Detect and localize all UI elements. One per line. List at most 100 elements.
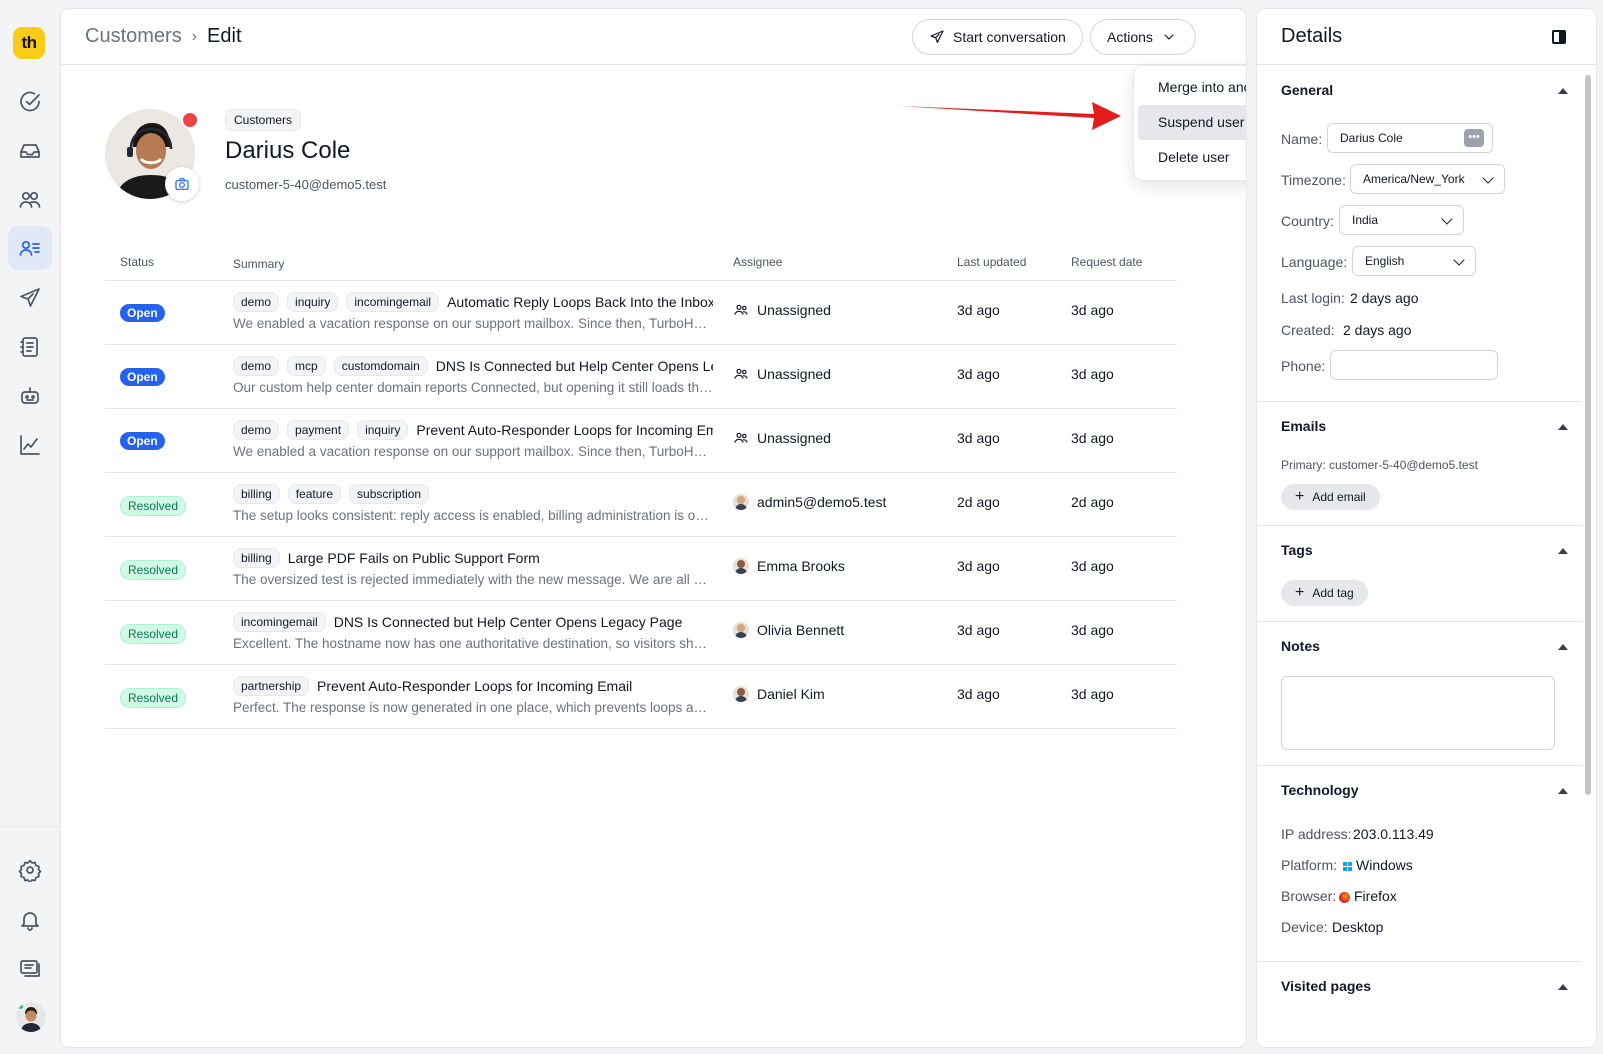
table-row[interactable]: Resolved partnership Prevent Auto-Respond… bbox=[105, 665, 1177, 729]
header-assignee[interactable]: Assignee bbox=[733, 255, 782, 269]
conversation-title[interactable]: DNS Is Connected but Help Center Opens L… bbox=[436, 358, 713, 374]
merge-user-item[interactable]: Merge into another user bbox=[1138, 70, 1246, 105]
status-dot bbox=[181, 111, 199, 129]
details-title: Details bbox=[1281, 25, 1343, 47]
chevron-down-icon bbox=[1482, 172, 1494, 184]
users-icon bbox=[19, 191, 41, 208]
table-body: Open demo inquiry incomingemail Automatic R… bbox=[105, 281, 1177, 729]
notes-textarea[interactable] bbox=[1281, 676, 1555, 750]
start-conversation-button[interactable]: Start conversation bbox=[912, 19, 1083, 55]
collapse-tags-icon[interactable] bbox=[1558, 548, 1568, 554]
language-select[interactable]: English bbox=[1352, 246, 1476, 276]
tag-chip[interactable]: incomingemail bbox=[233, 612, 326, 632]
assignee-cell[interactable]: Unassigned bbox=[733, 430, 831, 446]
knowledge-nav[interactable] bbox=[8, 325, 52, 369]
add-tag-button[interactable]: + Add tag bbox=[1281, 580, 1368, 606]
tag-chip[interactable]: subscription bbox=[349, 484, 430, 504]
inbox-nav[interactable] bbox=[8, 129, 52, 173]
conversation-title[interactable]: Prevent Auto-Responder Loops for Incomin… bbox=[416, 422, 713, 438]
header-last-updated[interactable]: Last updated bbox=[957, 255, 1026, 269]
collapse-emails-icon[interactable] bbox=[1558, 424, 1568, 430]
assignee-cell[interactable]: Emma Brooks bbox=[733, 558, 845, 574]
request-date-cell: 2d ago bbox=[1071, 494, 1114, 510]
unassigned-users-icon bbox=[734, 304, 748, 315]
collapse-visited-icon[interactable] bbox=[1558, 984, 1568, 990]
country-select[interactable]: India bbox=[1339, 205, 1464, 235]
customers-nav[interactable] bbox=[8, 226, 52, 270]
app-logo[interactable]: th bbox=[13, 27, 45, 59]
summary-cell[interactable]: demo mcp customdomain DNS Is Connected but … bbox=[233, 355, 713, 395]
suspend-user-item[interactable]: Suspend user bbox=[1138, 105, 1246, 140]
collapse-general-icon[interactable] bbox=[1558, 88, 1568, 94]
table-row[interactable]: Open demo inquiry incomingemail Automatic R… bbox=[105, 281, 1177, 345]
collapse-notes-icon[interactable] bbox=[1558, 644, 1568, 650]
reports-nav[interactable] bbox=[8, 423, 52, 467]
summary-cell[interactable]: incomingemail DNS Is Connected but Help C… bbox=[233, 611, 713, 651]
user-avatar[interactable] bbox=[16, 1002, 46, 1032]
notifications-nav[interactable] bbox=[8, 898, 52, 942]
table-row[interactable]: Resolved incomingemail DNS Is Connected b… bbox=[105, 601, 1177, 665]
tag-chip[interactable]: mcp bbox=[287, 356, 326, 376]
table-row[interactable]: Resolved billing feature subscription The … bbox=[105, 473, 1177, 537]
platform-label: Platform: bbox=[1281, 857, 1338, 873]
assignee-cell[interactable]: admin5@demo5.test bbox=[733, 494, 886, 510]
team-nav[interactable] bbox=[8, 178, 52, 222]
conversation-snippet: We enabled a vacation response on our su… bbox=[233, 444, 713, 459]
tag-chip[interactable]: payment bbox=[287, 420, 350, 440]
table-row[interactable]: Open demo mcp customdomain DNS Is Connected… bbox=[105, 345, 1177, 409]
plus-icon: + bbox=[1295, 488, 1305, 505]
details-scrollbar[interactable] bbox=[1585, 75, 1591, 795]
actions-button[interactable]: Actions bbox=[1090, 19, 1196, 55]
ip-value: 203.0.113.49 bbox=[1353, 826, 1434, 842]
summary-cell[interactable]: demo payment inquiry Prevent Auto-Responder… bbox=[233, 419, 713, 459]
assignee-cell[interactable]: Unassigned bbox=[733, 366, 831, 382]
tag-chip[interactable]: billing bbox=[233, 484, 280, 504]
conversation-title[interactable]: Prevent Auto-Responder Loops for Incomin… bbox=[317, 678, 632, 694]
settings-nav[interactable] bbox=[8, 848, 52, 892]
header-request-date[interactable]: Request date bbox=[1071, 255, 1142, 269]
widget-nav[interactable] bbox=[8, 946, 52, 990]
campaigns-nav[interactable] bbox=[8, 276, 52, 320]
tag-chip[interactable]: demo bbox=[233, 292, 280, 312]
tag-chip[interactable]: billing bbox=[233, 548, 280, 568]
summary-cell[interactable]: billing Large PDF Fails on Public Support… bbox=[233, 547, 713, 587]
tag-chip[interactable]: partnership bbox=[233, 676, 310, 696]
conversation-title[interactable]: Automatic Reply Loops Back Into the Inbo… bbox=[447, 294, 713, 310]
tag-chip[interactable]: demo bbox=[233, 420, 280, 440]
change-photo-button[interactable] bbox=[165, 167, 199, 201]
password-manager-icon[interactable]: ••• bbox=[1464, 129, 1484, 147]
add-email-label: Add email bbox=[1312, 490, 1366, 504]
assignee-cell[interactable]: Daniel Kim bbox=[733, 686, 825, 702]
tag-chip[interactable]: inquiry bbox=[357, 420, 409, 440]
tag-chip[interactable]: demo bbox=[233, 356, 280, 376]
conversation-title[interactable]: Large PDF Fails on Public Support Form bbox=[288, 550, 540, 566]
tag-chip[interactable]: inquiry bbox=[287, 292, 339, 312]
summary-cell[interactable]: demo inquiry incomingemail Automatic Reply … bbox=[233, 291, 713, 331]
visited-pages-title: Visited pages bbox=[1281, 978, 1372, 994]
assignee-cell[interactable]: Unassigned bbox=[733, 302, 831, 318]
header-status[interactable]: Status bbox=[120, 255, 154, 269]
language-label: Language: bbox=[1281, 254, 1348, 270]
delete-user-item[interactable]: Delete user bbox=[1138, 140, 1246, 175]
table-row[interactable]: Resolved billing Large PDF Fails on Publi… bbox=[105, 537, 1177, 601]
table-row[interactable]: Open demo payment inquiry Prevent Auto-Resp… bbox=[105, 409, 1177, 473]
header-summary[interactable]: Summary bbox=[233, 257, 284, 271]
name-field[interactable]: Darius Cole ••• bbox=[1327, 123, 1493, 153]
assignee-cell[interactable]: Olivia Bennett bbox=[733, 622, 844, 638]
summary-cell[interactable]: billing feature subscription The setup loo… bbox=[233, 483, 713, 523]
breadcrumb-customers[interactable]: Customers bbox=[85, 25, 182, 48]
customer-edit-panel: Customers › Edit Start conversation Acti… bbox=[60, 8, 1247, 1048]
bot-nav[interactable] bbox=[8, 374, 52, 418]
summary-cell[interactable]: partnership Prevent Auto-Responder Loops … bbox=[233, 675, 713, 715]
toggle-panel-icon[interactable] bbox=[1552, 30, 1566, 44]
collapse-technology-icon[interactable] bbox=[1558, 788, 1568, 794]
timezone-select[interactable]: America/New_York bbox=[1350, 164, 1505, 194]
chevron-down-icon bbox=[1453, 254, 1465, 266]
phone-field[interactable] bbox=[1330, 350, 1498, 380]
tasks-nav[interactable] bbox=[8, 80, 52, 124]
tag-chip[interactable]: feature bbox=[287, 484, 342, 504]
add-email-button[interactable]: + Add email bbox=[1281, 484, 1380, 510]
tag-chip[interactable]: incomingemail bbox=[346, 292, 440, 312]
conversation-title[interactable]: DNS Is Connected but Help Center Opens L… bbox=[334, 614, 683, 630]
tag-chip[interactable]: customdomain bbox=[333, 356, 428, 376]
